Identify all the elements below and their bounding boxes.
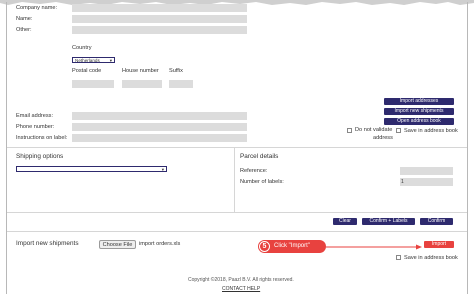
instructions-label: Instructions on label:: [16, 135, 68, 141]
do-not-validate-label: Do not validate: [355, 127, 393, 133]
do-not-validate-checkbox[interactable]: [347, 128, 352, 133]
phone-field[interactable]: [72, 123, 247, 131]
open-address-book-button[interactable]: Open address book: [384, 118, 454, 125]
suffix-field[interactable]: [169, 80, 193, 88]
company-name-label: Company name:: [16, 5, 58, 11]
import-save-address-book-label: Save in address book: [404, 255, 458, 261]
step-text: Click "Import": [274, 243, 310, 249]
import-new-shipments-button[interactable]: Import new shipments: [384, 108, 454, 115]
divider: [7, 147, 467, 148]
house-number-label: House number: [122, 68, 159, 74]
step-callout: 5 Click "Import": [258, 240, 326, 253]
arrow-icon: [326, 244, 422, 250]
phone-label: Phone number:: [16, 124, 55, 130]
do-not-validate-label-2: address: [373, 135, 393, 141]
postal-code-field[interactable]: [72, 80, 114, 88]
parcel-details-title: Parcel details: [240, 153, 279, 160]
save-address-book-checkbox[interactable]: [396, 128, 401, 133]
email-field[interactable]: [72, 112, 247, 120]
clear-button[interactable]: Clear: [333, 218, 357, 225]
suffix-label: Suffix: [169, 68, 183, 74]
divider: [7, 231, 467, 232]
country-value: Netherlands: [75, 58, 100, 63]
import-addresses-button[interactable]: Import addresses: [384, 98, 454, 105]
choose-file-button[interactable]: Choose File: [99, 240, 136, 249]
copyright-text: Copyright ©2018, Paazl B.V. All rights r…: [188, 277, 294, 283]
chevron-down-icon: ▾: [109, 58, 112, 63]
confirm-button[interactable]: Confirm: [420, 218, 453, 225]
name-field[interactable]: [72, 15, 247, 23]
chevron-down-icon: ▾: [161, 167, 164, 172]
reference-label: Reference:: [240, 168, 268, 174]
import-button[interactable]: Import: [424, 241, 454, 248]
labels-count-field[interactable]: 1: [400, 178, 453, 186]
save-address-book-label: Save in address book: [404, 128, 458, 134]
name-label: Name:: [16, 16, 33, 22]
file-name-label: import orders.xls: [139, 241, 181, 247]
postal-code-label: Postal code: [72, 68, 102, 74]
company-name-field[interactable]: [72, 4, 247, 12]
house-number-field[interactable]: [122, 80, 162, 88]
email-label: Email address:: [16, 113, 53, 119]
import-save-address-book-checkbox[interactable]: [396, 255, 401, 260]
shipping-options-title: Shipping options: [16, 153, 64, 160]
confirm-labels-button[interactable]: Confirm + Labels: [362, 218, 415, 225]
country-label: Country: [72, 45, 92, 51]
other-field[interactable]: [72, 26, 247, 34]
other-label: Other:: [16, 27, 32, 33]
country-select[interactable]: Netherlands ▾: [72, 57, 115, 63]
reference-field[interactable]: [400, 167, 453, 175]
divider: [7, 212, 467, 213]
section-divider: [234, 148, 235, 212]
labels-count-label: Number of labels:: [240, 179, 284, 185]
step-number: 5: [259, 241, 270, 252]
import-shipments-title: Import new shipments: [16, 240, 79, 247]
contact-help-link[interactable]: CONTACT HELP: [222, 286, 260, 292]
shipping-options-select[interactable]: ▾: [16, 166, 167, 172]
instructions-field[interactable]: [72, 134, 247, 142]
